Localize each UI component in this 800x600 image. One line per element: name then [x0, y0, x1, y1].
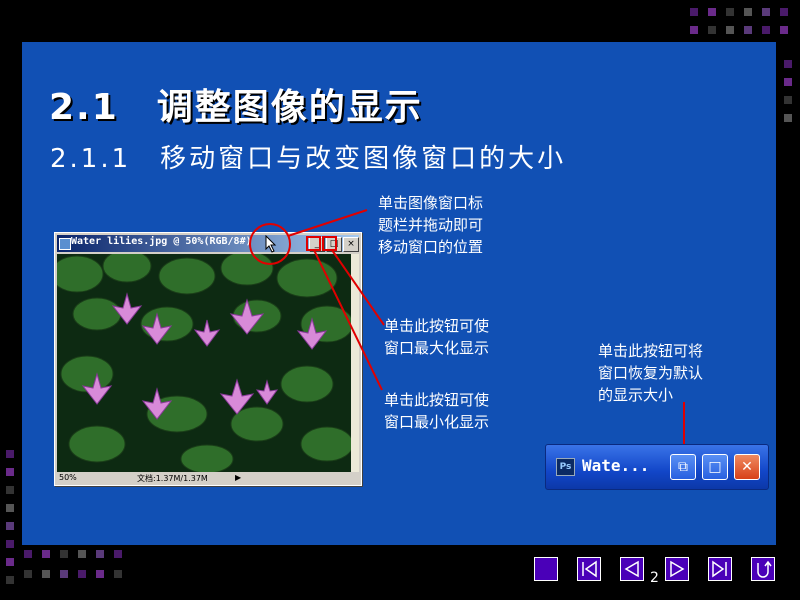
- decor-dot: [6, 468, 14, 476]
- decor-dot: [78, 550, 86, 558]
- decor-dot: [784, 78, 792, 86]
- return-button[interactable]: [751, 557, 775, 581]
- previous-slide-icon: [624, 560, 639, 578]
- decor-dot: [784, 114, 792, 122]
- first-slide-button[interactable]: [577, 557, 601, 581]
- next-slide-button[interactable]: [665, 557, 689, 581]
- decor-dot: [78, 570, 86, 578]
- decor-dot: [762, 8, 770, 16]
- next-slide-icon: [670, 560, 685, 578]
- decor-dot: [784, 96, 792, 104]
- decor-dot: [708, 8, 716, 16]
- minimized-window-title[interactable]: Wate...: [582, 456, 649, 475]
- photoshop-icon: Ps: [556, 458, 575, 476]
- restore-button[interactable]: ⧉: [670, 454, 696, 480]
- decor-dot: [780, 8, 788, 16]
- decor-dot: [60, 570, 68, 578]
- decor-dot: [744, 26, 752, 34]
- decor-dot: [96, 570, 104, 578]
- minimize-annotation: 单击此按钮可使 窗口最小化显示: [384, 391, 490, 431]
- home-button[interactable]: [534, 557, 558, 581]
- decor-dot: [6, 504, 14, 512]
- decor-dot: [708, 26, 716, 34]
- decor-dot: [24, 550, 32, 558]
- first-slide-icon: [582, 560, 597, 578]
- decor-dot: [60, 550, 68, 558]
- decor-dot: [784, 60, 792, 68]
- drag-title-annotation: 单击图像窗口标 题栏并拖动即可 移动窗口的位置: [378, 194, 484, 256]
- decor-dot: [762, 26, 770, 34]
- maximize-button[interactable]: □: [702, 454, 728, 480]
- page-number: 2: [650, 570, 659, 586]
- decor-dot: [726, 26, 734, 34]
- decor-dot: [6, 450, 14, 458]
- decor-dot: [726, 8, 734, 16]
- previous-slide-button[interactable]: [620, 557, 644, 581]
- close-button[interactable]: ✕: [734, 454, 760, 480]
- slide: 2.1 调整图像的显示 2.1.1 移动窗口与改变图像窗口的大小 Water l…: [22, 42, 776, 545]
- last-slide-icon: [712, 560, 727, 578]
- decor-dot: [690, 26, 698, 34]
- decor-dot: [6, 522, 14, 530]
- return-icon: [757, 560, 772, 578]
- decor-dot: [780, 26, 788, 34]
- last-slide-button[interactable]: [708, 557, 732, 581]
- decor-dot: [690, 8, 698, 16]
- decor-dot: [6, 558, 14, 566]
- restore-annotation: 单击此按钮可将 窗口恢复为默认 的显示大小: [598, 342, 704, 404]
- decor-dot: [6, 540, 14, 548]
- decor-dot: [42, 570, 50, 578]
- decor-dot: [744, 8, 752, 16]
- decor-dot: [96, 550, 104, 558]
- decor-dot: [42, 550, 50, 558]
- decor-dot: [24, 570, 32, 578]
- decor-dot: [6, 576, 14, 584]
- decor-dot: [6, 486, 14, 494]
- decor-dot: [114, 550, 122, 558]
- minimized-window[interactable]: Ps Wate... ⧉ □ ✕: [545, 444, 769, 490]
- decor-dot: [114, 570, 122, 578]
- maximize-annotation: 单击此按钮可使 窗口最大化显示: [384, 317, 490, 357]
